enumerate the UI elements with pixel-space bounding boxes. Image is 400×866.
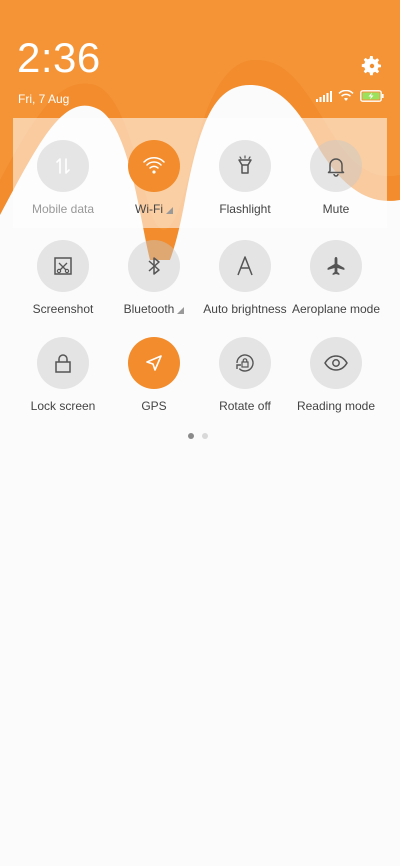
tile-aeroplane-mode[interactable]: Aeroplane mode: [286, 240, 386, 316]
tile-label: GPS: [141, 399, 167, 413]
tile-label: Flashlight: [219, 202, 271, 216]
lock-screen-button[interactable]: [37, 337, 89, 389]
auto-brightness-button[interactable]: [219, 240, 271, 292]
bluetooth-label: Bluetooth: [123, 302, 175, 316]
bell-icon: [327, 158, 345, 177]
gear-icon[interactable]: [360, 54, 384, 78]
expand-arrow-icon[interactable]: [165, 207, 173, 214]
rotate-off-button[interactable]: [219, 337, 271, 389]
tile-label: Screenshot: [32, 302, 94, 316]
page-dot-1[interactable]: [188, 433, 194, 439]
eye-icon: [324, 355, 348, 371]
tile-label: Mute: [322, 202, 350, 216]
location-arrow-icon: [146, 355, 162, 371]
lock-icon: [55, 354, 71, 373]
tile-bluetooth[interactable]: Bluetooth: [104, 240, 204, 316]
tile-gps[interactable]: GPS: [104, 337, 204, 413]
wifi-status-icon: [338, 90, 354, 101]
wifi-button[interactable]: [128, 140, 180, 192]
tile-label: Bluetooth: [104, 302, 204, 316]
page-indicator: [188, 433, 208, 439]
signal-icon: [316, 90, 332, 102]
tile-label: Auto brightness: [203, 302, 287, 316]
wifi-label: Wi-Fi: [135, 202, 163, 216]
tile-rotate-off[interactable]: Rotate off: [195, 337, 295, 413]
mute-button[interactable]: [310, 140, 362, 192]
status-header: 2:36 Fri, 7 Aug: [0, 0, 400, 115]
bluetooth-icon: [148, 257, 160, 275]
rotate-lock-icon: [236, 354, 254, 372]
flashlight-button[interactable]: [219, 140, 271, 192]
mobile-data-icon: [56, 158, 70, 174]
airplane-icon: [327, 257, 345, 275]
auto-brightness-icon: [237, 256, 253, 276]
tile-lock-screen[interactable]: Lock screen: [13, 337, 113, 413]
clock[interactable]: 2:36: [17, 34, 101, 82]
tile-label: Lock screen: [30, 399, 96, 413]
battery-charging-icon: [360, 90, 384, 102]
tile-reading-mode[interactable]: Reading mode: [286, 337, 386, 413]
bluetooth-button[interactable]: [128, 240, 180, 292]
tile-auto-brightness[interactable]: Auto brightness: [195, 240, 295, 316]
page-dot-2[interactable]: [202, 433, 208, 439]
tile-wifi[interactable]: Wi-Fi: [104, 140, 204, 216]
screenshot-icon: [54, 257, 72, 275]
wifi-icon: [143, 157, 165, 174]
tile-label: Rotate off: [219, 399, 271, 413]
quick-settings-panel: [13, 118, 387, 863]
system-icons: [316, 90, 384, 102]
flashlight-icon: [238, 155, 252, 174]
tile-mobile-data[interactable]: Mobile data: [13, 140, 113, 216]
tile-screenshot[interactable]: Screenshot: [13, 240, 113, 316]
reading-mode-button[interactable]: [310, 337, 362, 389]
tile-flashlight[interactable]: Flashlight: [195, 140, 295, 216]
expand-arrow-icon[interactable]: [177, 307, 185, 314]
tile-label: Reading mode: [296, 399, 376, 413]
tile-label: Wi-Fi: [104, 202, 204, 216]
tile-label: Mobile data: [31, 202, 95, 216]
tile-mute[interactable]: Mute: [286, 140, 386, 216]
aeroplane-mode-button[interactable]: [310, 240, 362, 292]
tile-label: Aeroplane mode: [291, 302, 381, 316]
screenshot-button[interactable]: [37, 240, 89, 292]
mobile-data-button[interactable]: [37, 140, 89, 192]
gps-button[interactable]: [128, 337, 180, 389]
date[interactable]: Fri, 7 Aug: [18, 92, 69, 106]
